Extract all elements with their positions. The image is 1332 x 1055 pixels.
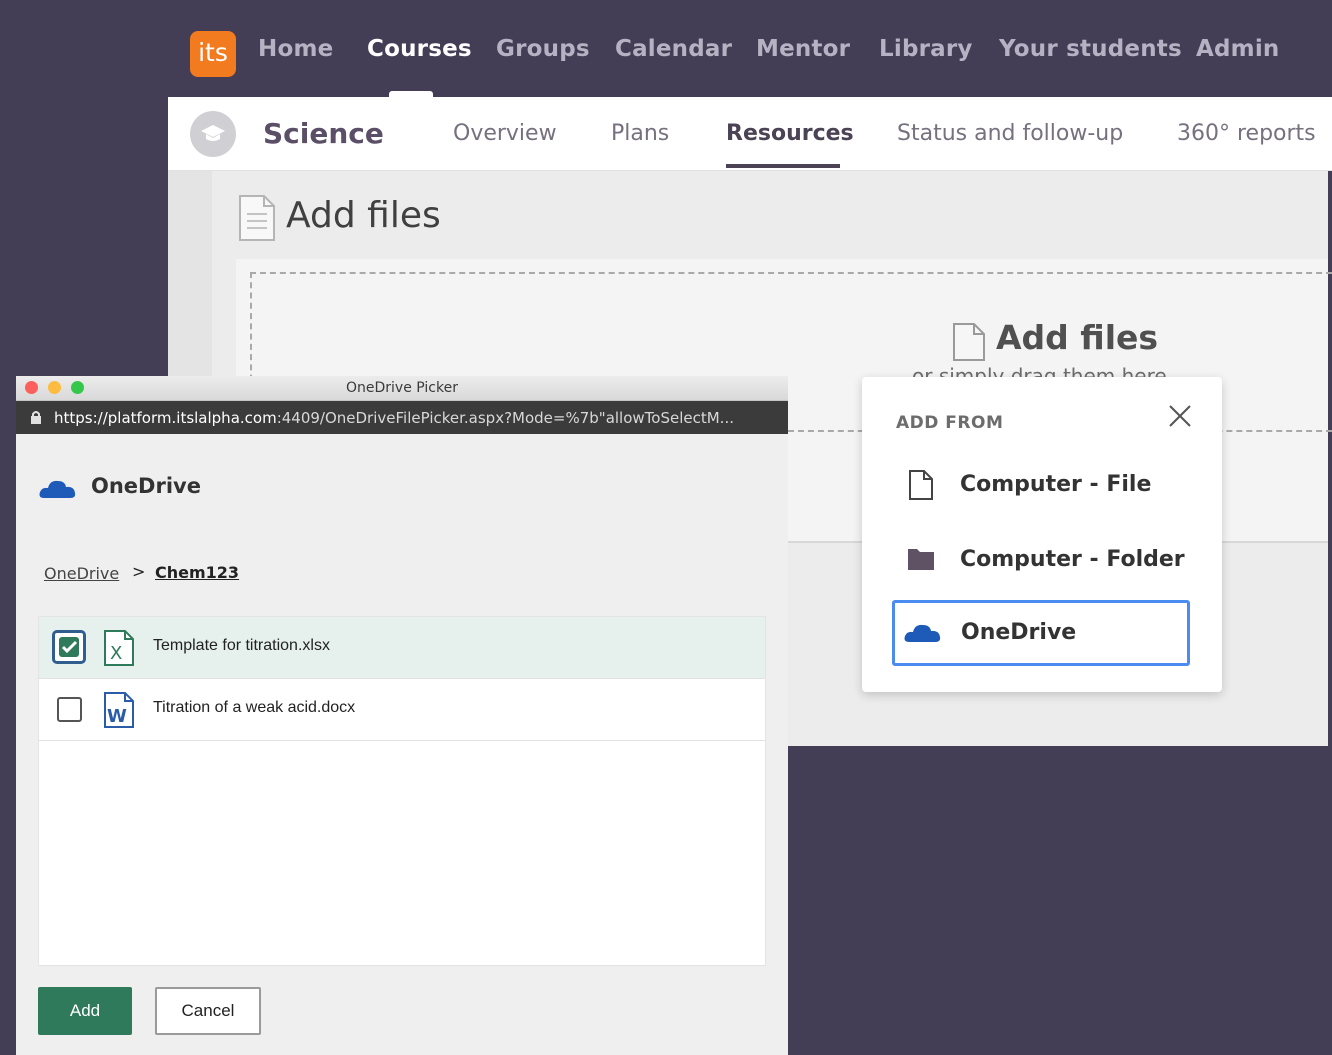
add-from-computer-file[interactable]: Computer - File xyxy=(892,452,1190,518)
document-icon xyxy=(239,195,275,241)
onedrive-brand: OneDrive xyxy=(91,474,201,498)
svg-text:W: W xyxy=(107,706,127,727)
file-list: X Template for titration.xlsx W Titratio… xyxy=(38,616,766,966)
url-path: :4409/OneDriveFilePicker.aspx?Mode=%7b"a… xyxy=(276,409,734,427)
close-icon[interactable] xyxy=(1165,401,1195,431)
its-logo[interactable]: its xyxy=(190,31,236,77)
add-button[interactable]: Add xyxy=(38,987,132,1035)
nav-groups[interactable]: Groups xyxy=(496,36,590,62)
svg-text:X: X xyxy=(110,643,122,664)
file-checkbox-unchecked[interactable] xyxy=(57,697,82,722)
nav-mentor[interactable]: Mentor xyxy=(756,36,850,62)
file-icon xyxy=(909,470,933,500)
url-text: https://platform.itslalpha.com:4409/OneD… xyxy=(54,409,734,427)
option-label: Computer - Folder xyxy=(960,547,1185,572)
nav-home[interactable]: Home xyxy=(258,36,333,62)
file-checkbox-checked[interactable] xyxy=(52,630,86,664)
breadcrumb-separator: > xyxy=(132,562,146,581)
course-avatar xyxy=(190,111,236,157)
course-title[interactable]: Science xyxy=(263,117,384,150)
tab-resources[interactable]: Resources xyxy=(726,121,854,146)
nav-admin[interactable]: Admin xyxy=(1196,36,1280,62)
tab-360-reports[interactable]: 360° reports xyxy=(1177,121,1316,146)
url-host: https://platform.itslalpha.com xyxy=(54,409,277,427)
file-name: Template for titration.xlsx xyxy=(153,637,330,654)
add-from-menu: ADD FROM Computer - File Computer - Fold… xyxy=(862,377,1222,692)
file-row[interactable]: X Template for titration.xlsx xyxy=(39,617,765,679)
nav-courses[interactable]: Courses xyxy=(367,36,472,62)
graduation-cap-icon xyxy=(201,125,225,141)
folder-icon xyxy=(908,549,934,570)
top-navbar: its Home Courses Groups Calendar Mentor … xyxy=(168,0,1332,97)
excel-file-icon: X xyxy=(104,630,134,666)
checkmark-icon xyxy=(61,640,78,654)
tab-overview[interactable]: Overview xyxy=(453,121,557,146)
option-label: OneDrive xyxy=(961,620,1077,645)
cancel-button[interactable]: Cancel xyxy=(155,987,261,1035)
onedrive-picker-window: OneDrive Picker https://platform.itslalp… xyxy=(16,376,788,1055)
add-from-computer-folder[interactable]: Computer - Folder xyxy=(892,527,1190,593)
drop-zone-title: Add files xyxy=(996,318,1159,357)
nav-your-students[interactable]: Your students xyxy=(999,36,1182,62)
word-file-icon: W xyxy=(104,692,134,728)
breadcrumb-current-folder[interactable]: Chem123 xyxy=(155,563,239,582)
lock-icon xyxy=(31,411,41,424)
onedrive-logo-icon xyxy=(39,480,76,498)
file-name: Titration of a weak acid.docx xyxy=(153,699,356,716)
nav-library[interactable]: Library xyxy=(879,36,973,62)
nav-calendar[interactable]: Calendar xyxy=(615,36,732,62)
page-title: Add files xyxy=(286,195,441,236)
window-title: OneDrive Picker xyxy=(346,380,458,396)
add-from-heading: ADD FROM xyxy=(896,413,1004,433)
option-label: Computer - File xyxy=(960,472,1152,497)
window-titlebar[interactable]: OneDrive Picker xyxy=(16,376,788,401)
add-from-onedrive[interactable]: OneDrive xyxy=(892,600,1190,666)
course-header: Science Overview Plans Resources Status … xyxy=(168,97,1332,171)
active-tab-underline xyxy=(726,164,840,168)
onedrive-icon xyxy=(904,624,941,642)
url-bar[interactable]: https://platform.itslalpha.com:4409/OneD… xyxy=(16,401,788,434)
file-icon xyxy=(953,323,985,361)
file-row[interactable]: W Titration of a weak acid.docx xyxy=(39,679,765,741)
tab-plans[interactable]: Plans xyxy=(611,121,669,146)
breadcrumb-onedrive[interactable]: OneDrive xyxy=(44,564,119,583)
tab-status-follow-up[interactable]: Status and follow-up xyxy=(897,121,1123,146)
